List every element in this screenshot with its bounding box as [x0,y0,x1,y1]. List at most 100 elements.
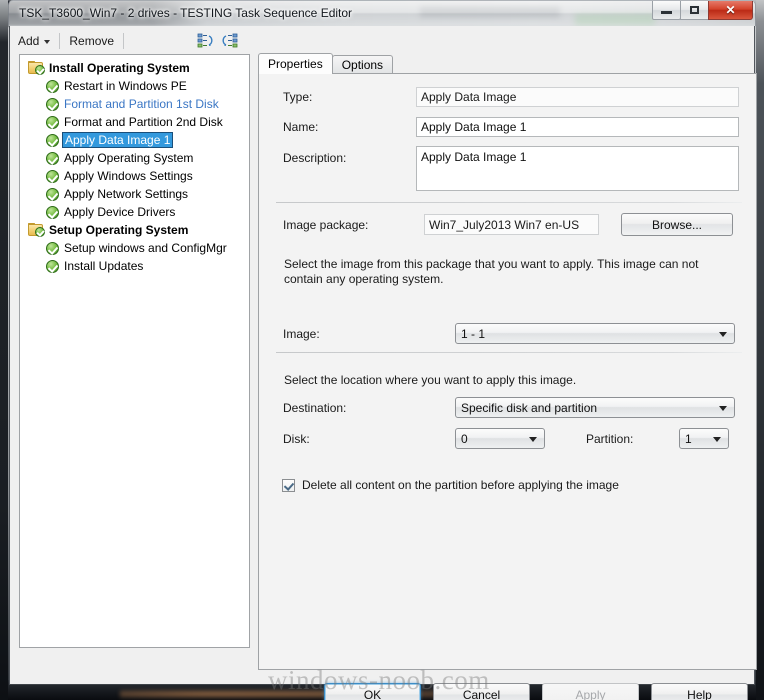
tree-step[interactable]: Restart in Windows PE [20,77,249,95]
add-button-label: Add [18,34,40,48]
tree-item-label: Setup Operating System [49,223,189,237]
minimize-icon [661,11,672,14]
tree-item-label: Format and Partition 1st Disk [64,97,219,111]
help-button[interactable]: Help [651,683,748,700]
folder-checked-icon [28,61,45,75]
disk-select[interactable]: 0 [455,428,545,449]
tree-item-label: Install Updates [64,259,144,273]
tree-step[interactable]: Format and Partition 1st Disk [20,95,249,113]
remove-button-label: Remove [69,34,115,48]
tree-group[interactable]: Setup Operating System [20,221,249,239]
maximize-button[interactable] [680,1,709,20]
restore-icon [690,6,699,14]
destination-value: Specific disk and partition [461,400,598,415]
close-button[interactable]: ✕ [708,1,753,20]
browse-button-label: Browse... [651,217,702,232]
remove-button[interactable]: Remove [62,30,121,52]
green-check-icon [46,151,59,165]
editor-toolbar: Add Remove [11,28,243,54]
tree-step[interactable]: Apply Data Image 1 [20,131,249,149]
separator-2 [276,352,742,353]
browse-button[interactable]: Browse... [621,213,733,236]
delete-content-checkbox-row[interactable]: Delete all content on the partition befo… [282,478,619,492]
tab-options[interactable]: Options [331,55,394,74]
title-bar[interactable]: TSK_T3600_Win7 - 2 drives - TESTING Task… [8,0,756,26]
apply-button-label: Apply [575,688,606,700]
disk-label: Disk: [283,432,310,446]
green-check-icon [46,115,59,129]
type-field: Apply Data Image [416,87,739,107]
type-label: Type: [283,90,313,104]
tree-group[interactable]: Install Operating System [20,59,249,77]
tree-step[interactable]: Format and Partition 2nd Disk [20,113,249,131]
destination-label: Destination: [283,401,347,415]
folder-checked-icon [28,223,45,237]
location-note: Select the location where you want to ap… [284,373,577,387]
disk-value: 0 [461,431,468,446]
add-button[interactable]: Add [11,30,57,52]
task-sequence-tree[interactable]: Install Operating System Restart in Windo… [19,54,250,648]
tree-step[interactable]: Setup windows and ConfigMgr [20,239,249,257]
destination-label-row: Destination: [283,401,346,415]
tree-step[interactable]: Apply Device Drivers [20,203,249,221]
window-client-area: Add Remove Install Operating System Rest… [9,26,757,700]
cancel-button-label: Cancel [462,688,501,700]
tree-item-label: Apply Operating System [64,151,194,165]
cancel-button[interactable]: Cancel [433,683,530,700]
green-check-icon [46,169,59,183]
tab-properties[interactable]: Properties [258,53,333,74]
tree-step[interactable]: Install Updates [20,257,249,275]
tree-item-label: Install Operating System [49,61,190,75]
expand-all-icon[interactable] [220,32,239,51]
image-note: Select the image from this package that … [284,257,699,286]
tree-step[interactable]: Apply Operating System [20,149,249,167]
apply-button: Apply [542,683,639,700]
tab-strip: Properties Options [258,53,756,74]
tree-item-label: Apply Network Settings [64,187,189,201]
separator-1 [276,202,742,203]
chevron-down-icon [529,436,537,442]
toolbar-separator-2 [123,33,125,49]
window-frame-left [0,0,8,700]
toolbar-icon-group [196,32,243,51]
tab-options-label: Options [341,58,384,72]
description-input[interactable]: Apply Data Image 1 [416,146,739,191]
description-label-row: Description: [283,151,346,165]
partition-value: 1 [685,431,692,446]
image-value: 1 - 1 [461,326,486,341]
toolbar-separator-1 [59,33,61,49]
partition-label-row: Partition: [586,432,633,446]
green-check-icon [46,97,59,111]
green-check-icon [46,79,59,93]
window-frame-right [756,0,764,700]
type-label-row: Type: [283,90,312,104]
tree-step[interactable]: Apply Windows Settings [20,167,249,185]
tree-item-label: Apply Windows Settings [64,169,193,183]
chevron-down-icon [719,405,727,411]
image-package-label: Image package: [283,218,369,232]
collapse-all-icon[interactable] [196,32,215,51]
partition-select[interactable]: 1 [679,428,729,449]
image-package-label-row: Image package: [283,218,368,232]
close-icon: ✕ [725,3,736,17]
tree-item-label: Apply Device Drivers [64,205,176,219]
help-button-label: Help [687,688,712,700]
image-select[interactable]: 1 - 1 [455,323,735,344]
tree-item-label: Restart in Windows PE [64,79,187,93]
tree-item-label: Format and Partition 2nd Disk [64,115,223,129]
image-package-field: Win7_July2013 Win7 en-US [424,214,599,235]
name-input[interactable]: Apply Data Image 1 [416,117,739,137]
chevron-down-icon [719,331,727,337]
delete-content-checkbox[interactable] [282,478,295,492]
chevron-down-icon [713,436,721,442]
delete-content-label: Delete all content on the partition befo… [302,478,619,492]
type-value: Apply Data Image [421,90,517,104]
destination-select[interactable]: Specific disk and partition [455,397,735,418]
name-value: Apply Data Image 1 [421,120,527,134]
ok-button[interactable]: OK [324,683,421,700]
tree-item-label: Setup windows and ConfigMgr [64,241,227,255]
disk-label-row: Disk: [283,432,310,446]
minimize-button[interactable] [652,1,681,20]
tree-step[interactable]: Apply Network Settings [20,185,249,203]
dialog-button-bar: OK Cancel Apply Help [10,676,754,700]
